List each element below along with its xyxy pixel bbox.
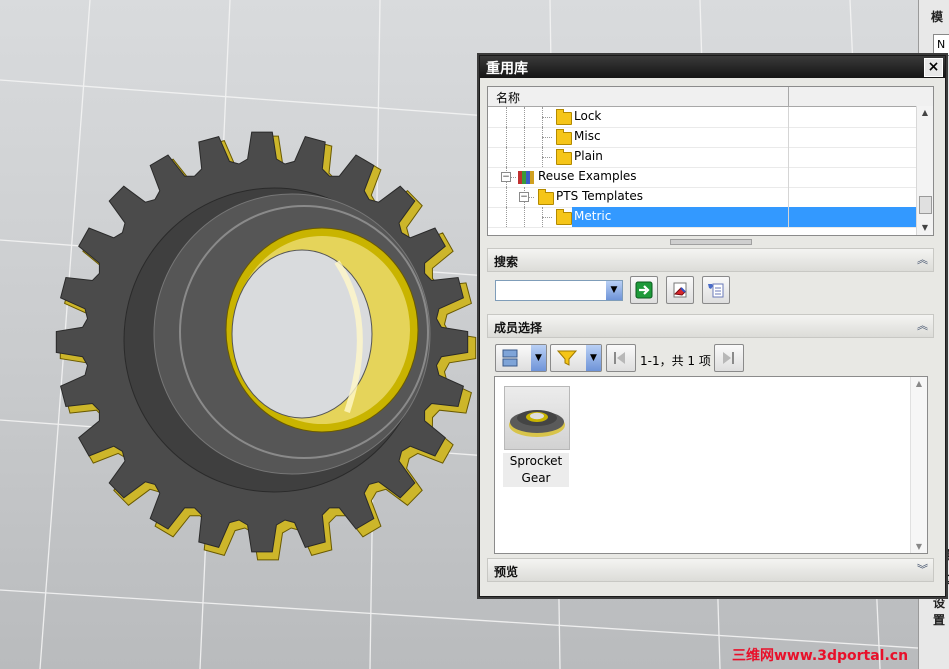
tree-row-label: Lock: [574, 109, 602, 123]
close-button[interactable]: ×: [924, 58, 943, 77]
scroll-down-icon[interactable]: ▼: [911, 542, 927, 551]
chevron-down-icon[interactable]: ▼: [606, 281, 622, 300]
dialog-title: 重用库: [486, 61, 528, 77]
right-panel-label-3: 设置: [933, 596, 946, 627]
chevron-down-icon[interactable]: ▼: [586, 345, 601, 371]
funnel-icon: [557, 350, 577, 366]
folder-icon: [538, 189, 554, 205]
tree-row-label: PTS Templates: [556, 189, 644, 203]
first-page-button[interactable]: [606, 344, 636, 372]
tree-row[interactable]: − PTS Templates: [488, 187, 916, 208]
member-select-title: 成员选择: [494, 321, 543, 335]
collapse-chevron-icon[interactable]: ︽: [915, 252, 930, 267]
tree-row-label: Plain: [574, 149, 603, 163]
preview-section-header[interactable]: 预览 ︾: [487, 558, 934, 582]
tree-row[interactable]: − Reuse Examples: [488, 167, 916, 188]
folder-icon: [556, 149, 572, 165]
search-combobox[interactable]: ▼: [495, 280, 623, 301]
eraser-icon: [673, 282, 687, 298]
tree-row-partial[interactable]: [488, 227, 916, 235]
tree-scrollbar[interactable]: ▲ ▼: [916, 106, 933, 235]
preview-title: 预览: [494, 565, 519, 579]
clear-search-button[interactable]: [666, 276, 694, 304]
scroll-down-icon[interactable]: ▼: [917, 221, 933, 235]
view-mode-dropdown[interactable]: ▼: [495, 344, 547, 372]
reuse-library-dialog: 重用库 × 名称 Lock Misc Plain − Reuse Examples − PT…: [479, 55, 946, 597]
folder-icon: [556, 129, 572, 145]
member-select-section-header[interactable]: 成员选择 ︽: [487, 314, 934, 338]
tree-row[interactable]: Lock: [488, 107, 916, 128]
next-page-button[interactable]: [714, 344, 744, 372]
search-settings-icon: [708, 283, 724, 298]
column-name-header[interactable]: 名称: [496, 89, 520, 106]
collapse-chevron-icon[interactable]: ︽: [915, 318, 930, 333]
next-page-icon: [723, 352, 734, 364]
right-panel-tab[interactable]: 模: [931, 8, 943, 25]
member-list[interactable]: Sprocket Gear ▲ ▼: [494, 376, 928, 554]
right-panel-field[interactable]: N: [933, 34, 949, 56]
scroll-up-icon[interactable]: ▲: [917, 106, 933, 120]
folder-icon: [556, 209, 572, 225]
tree-row[interactable]: Misc: [488, 127, 916, 148]
folder-icon: [556, 109, 572, 125]
thumbnail-view-icon: [502, 349, 518, 367]
filter-dropdown[interactable]: ▼: [550, 344, 602, 372]
search-section-title: 搜索: [494, 255, 519, 269]
pane-splitter[interactable]: [670, 239, 752, 245]
watermark-text: 三维网www.3dportal.cn: [732, 648, 909, 664]
tree-expander-icon[interactable]: −: [501, 172, 511, 182]
tree-row-label: Metric: [574, 209, 612, 223]
sprocket-thumbnail-icon: [509, 410, 565, 437]
advanced-search-button[interactable]: [702, 276, 730, 304]
green-arrow-icon: [635, 281, 653, 299]
search-section-header[interactable]: 搜索 ︽: [487, 248, 934, 272]
pager-label: 1-1，共 1 项: [640, 354, 711, 368]
member-thumbnail: [504, 386, 570, 450]
library-tree[interactable]: 名称 Lock Misc Plain − Reuse Examples − PTS Temp…: [487, 86, 934, 236]
tree-row-label: Misc: [574, 129, 601, 143]
dialog-title-bar[interactable]: 重用库 ×: [480, 56, 945, 78]
tree-header: 名称: [488, 87, 933, 107]
search-go-button[interactable]: [630, 276, 658, 304]
library-books-icon: [518, 171, 534, 184]
member-list-scrollbar[interactable]: ▲ ▼: [910, 377, 927, 553]
member-caption: Sprocket Gear: [503, 453, 569, 487]
tree-expander-icon[interactable]: −: [519, 192, 529, 202]
tree-row-label: Reuse Examples: [538, 169, 637, 183]
expand-chevron-icon[interactable]: ︾: [915, 562, 930, 577]
scroll-up-icon[interactable]: ▲: [911, 379, 927, 388]
tree-row[interactable]: Metric: [488, 207, 916, 228]
tree-row[interactable]: Plain: [488, 147, 916, 168]
scroll-thumb[interactable]: [919, 196, 932, 214]
previous-page-icon: [614, 352, 625, 364]
sprocket-gear: [55, 131, 477, 561]
chevron-down-icon[interactable]: ▼: [531, 345, 546, 371]
member-tile-sprocket-gear[interactable]: Sprocket Gear: [503, 385, 570, 487]
